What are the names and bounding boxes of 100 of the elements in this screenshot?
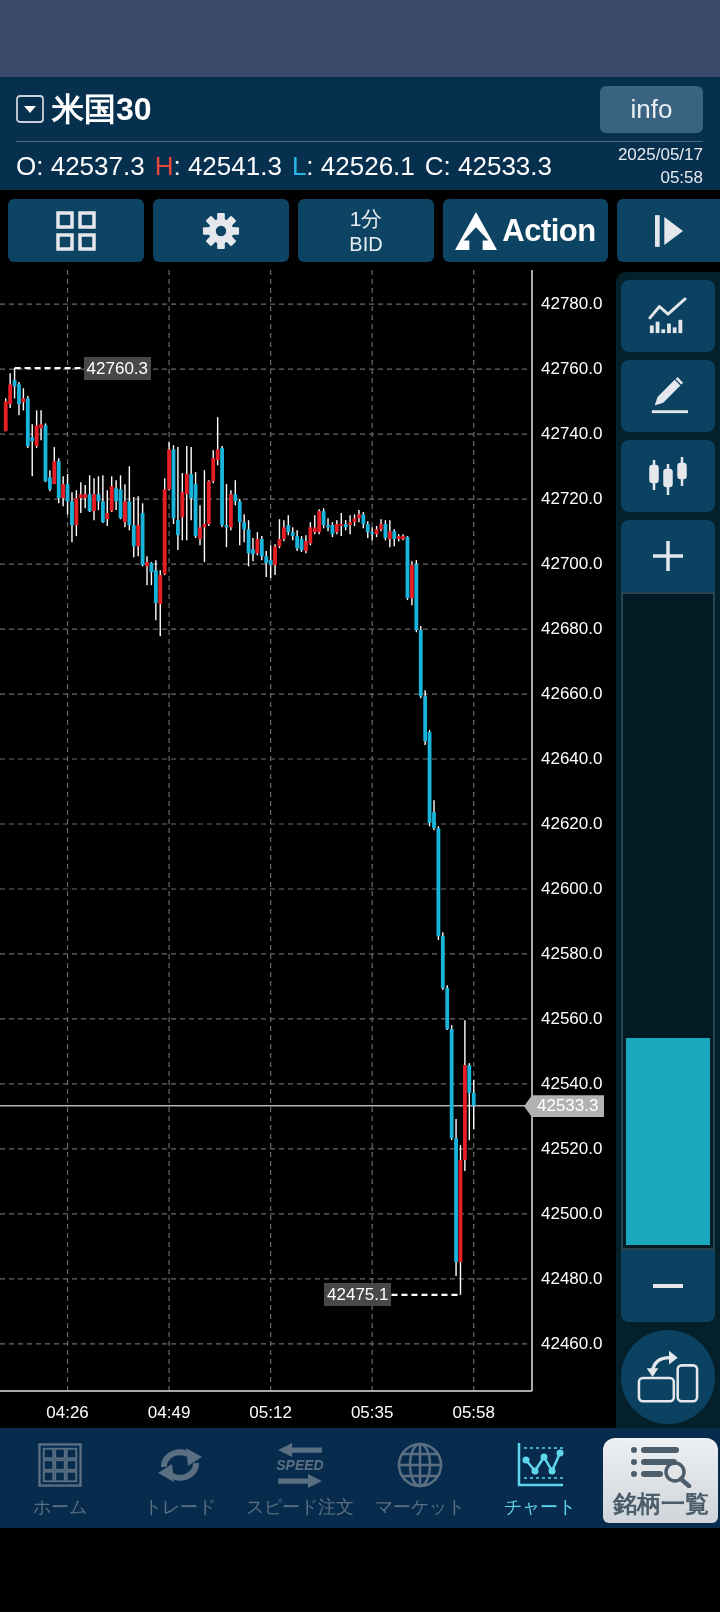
candlestick <box>34 409 39 449</box>
triangle-logo-icon <box>455 210 498 251</box>
home-nav-button[interactable]: ホーム <box>0 1428 120 1528</box>
candlestick <box>92 477 96 521</box>
action-button[interactable]: Action <box>443 199 608 262</box>
candlestick <box>295 529 300 552</box>
ohlc-label: L <box>291 151 307 181</box>
refresh-icon <box>156 1445 204 1485</box>
x-axis-label: 05:58 <box>451 1402 496 1424</box>
candlestick <box>123 483 127 529</box>
y-axis-label: 42480.0 <box>541 1267 603 1290</box>
ohlc-label: O <box>16 151 37 181</box>
forward-button[interactable] <box>617 199 720 262</box>
candlestick <box>83 484 88 509</box>
price-marker: 42475.1 <box>324 1283 392 1307</box>
candlestick <box>471 1079 476 1130</box>
y-axis-label: 42720.0 <box>541 488 603 511</box>
y-axis-label: 42740.0 <box>541 423 603 446</box>
y-axis-label: 42560.0 <box>541 1007 603 1030</box>
speed-order-nav-button[interactable]: SPEED スピード注文 <box>240 1428 360 1528</box>
grid-icon <box>38 1443 82 1487</box>
y-axis-label: 42680.0 <box>541 618 603 641</box>
candlestick <box>233 479 238 506</box>
minus-icon <box>653 1284 683 1288</box>
grid-icon <box>56 210 96 251</box>
ohlc-value: : 42526.1 <box>306 151 415 181</box>
candlestick <box>268 544 273 579</box>
ohlc-label: C <box>424 151 444 181</box>
step-forward-icon <box>654 214 683 247</box>
line-chart-icon <box>516 1442 564 1488</box>
date-text: 2025/05/17 <box>617 144 703 166</box>
candlestick <box>321 507 326 530</box>
candlestick <box>61 475 66 507</box>
candlestick <box>21 387 26 412</box>
speed-logo-text: SPEED <box>276 1457 324 1473</box>
chart-type-button[interactable] <box>621 440 715 512</box>
current-price-label: 42533.3 <box>524 1095 605 1118</box>
rotate-screen-icon <box>637 1349 699 1405</box>
zoom-in-button[interactable] <box>621 520 715 592</box>
candlestick <box>198 504 202 546</box>
x-axis-label: 04:49 <box>146 1402 192 1424</box>
candlestick <box>237 498 242 546</box>
y-axis-label: 42580.0 <box>541 942 603 965</box>
y-axis-label: 42760.0 <box>541 358 603 381</box>
candlestick <box>78 481 83 514</box>
candlestick <box>387 519 392 548</box>
settings-button[interactable] <box>153 199 289 262</box>
y-axis-label: 42620.0 <box>541 813 603 835</box>
timeframe-button[interactable]: 1分 BID <box>298 199 434 262</box>
candlestick <box>339 512 344 537</box>
candlestick <box>317 508 322 535</box>
candlestick <box>370 526 375 542</box>
candlestick <box>131 496 136 558</box>
candlestick <box>127 465 132 531</box>
market-nav-button[interactable]: マーケット <box>360 1428 480 1528</box>
trade-nav-button[interactable]: トレード <box>120 1428 240 1528</box>
y-axis-label: 42520.0 <box>541 1137 603 1160</box>
candlestick <box>184 445 189 542</box>
indicator-button[interactable] <box>621 280 715 352</box>
candlestick <box>105 489 110 527</box>
y-axis-label: 42600.0 <box>541 878 603 900</box>
drawing-button[interactable] <box>621 360 715 432</box>
x-axis-label: 05:35 <box>349 1402 395 1424</box>
candlestick <box>176 446 180 551</box>
candlestick <box>357 509 361 523</box>
y-axis-label: 42780.0 <box>541 293 603 316</box>
x-axis-label: 05:12 <box>248 1402 293 1424</box>
plus-icon <box>653 541 683 571</box>
candlestick <box>273 543 277 576</box>
y-axis-label: 42500.0 <box>541 1202 603 1225</box>
chart-nav-button[interactable]: チャート <box>480 1428 600 1528</box>
candlestick <box>70 491 74 543</box>
candlestick <box>145 555 149 586</box>
candlestick <box>87 474 92 513</box>
y-axis-label: 42640.0 <box>541 748 603 770</box>
ohlc-value: : 42537.3 <box>36 151 145 181</box>
info-button[interactable]: info <box>600 85 703 133</box>
symbol-list-button[interactable]: 銘柄一覧 <box>603 1438 718 1523</box>
settings-icon <box>202 211 240 250</box>
ohlc-label: H <box>154 151 174 181</box>
line-bar-chart-icon <box>647 297 689 335</box>
candlestick <box>136 495 141 557</box>
candlestick <box>259 535 264 561</box>
symbol-title[interactable]: 米国30 <box>52 91 152 127</box>
x-axis-label: 04:26 <box>45 1402 90 1424</box>
y-axis-label: 42540.0 <box>541 1072 603 1095</box>
candlestick <box>348 514 353 535</box>
time-text: 05:58 <box>660 167 703 189</box>
candlestick <box>100 474 105 524</box>
dropdown-icon[interactable] <box>16 95 44 123</box>
candlestick <box>281 519 286 543</box>
candlestick <box>17 381 21 416</box>
layout-button[interactable] <box>8 199 144 262</box>
y-axis-label: 42700.0 <box>541 553 603 576</box>
candlestick-icon <box>648 456 688 496</box>
globe-icon <box>397 1442 443 1488</box>
ohlc-value: : 42533.3 <box>443 151 552 181</box>
price-marker: 42760.3 <box>83 356 151 380</box>
ohlc-value: : 42541.3 <box>173 151 282 181</box>
y-axis-label: 42660.0 <box>541 683 603 705</box>
